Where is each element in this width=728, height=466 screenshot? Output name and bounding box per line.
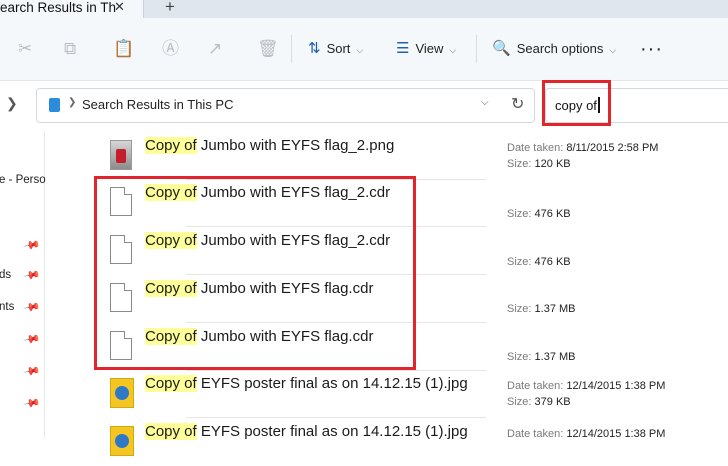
date-taken: Date taken: 8/11/2015 2:58 PM [507,142,659,154]
close-tab-icon[interactable]: ✕ [114,0,125,15]
sort-button[interactable]: ⇅ Sort ⌵ [308,40,363,59]
chevron-right-icon[interactable]: ❯ [68,97,76,108]
date-taken: Date taken: 12/14/2015 1:38 PM [507,428,666,440]
search-highlight-annotation [542,80,611,126]
pin-icon: 📌 [22,299,41,317]
tab-title: earch Results in Th [0,0,117,15]
navigation-pane: e - Perso 📌 ds 📌 nts 📌 📌 📌 📌 [0,131,46,438]
up-arrow-icon[interactable]: ❯ [6,95,18,112]
address-path: Search Results in This PC [82,97,234,112]
pin-icon: 📌 [22,237,41,255]
file-size: Size: 1.37 MB [507,351,576,363]
pin-icon: 📌 [22,267,41,285]
row-divider [186,370,486,371]
toolbar-divider [291,35,292,63]
refresh-icon[interactable]: ↻ [511,94,524,114]
list-item[interactable]: Copy of EYFS poster final as on 14.12.15… [76,420,728,466]
share-icon[interactable]: ↗ [208,40,222,58]
view-button[interactable]: ☰ View ⌵ [396,40,456,59]
file-name: Copy of Jumbo with EYFS flag_2.png [145,137,395,154]
row-divider [186,417,486,418]
date-taken: Date taken: 12/14/2015 1:38 PM [507,380,666,392]
png-image-icon [110,140,132,170]
file-size: Size: 120 KB [507,158,571,170]
pin-icon: 📌 [22,363,41,381]
chevron-down-icon: ⌵ [356,45,364,55]
file-size: Size: 476 KB [507,208,571,220]
pin-icon: 📌 [22,395,41,413]
search-icon: 🔍 [492,40,511,57]
copy-icon[interactable]: ⧉ [64,40,76,58]
rename-icon[interactable]: Ⓐ [162,40,179,58]
file-size: Size: 476 KB [507,256,571,268]
cut-icon[interactable]: ✂ [18,40,32,58]
view-icon: ☰ [396,40,410,57]
nav-item-personal[interactable]: e - Perso [0,174,46,186]
new-tab-button[interactable]: + [165,0,175,17]
sort-icon: ⇅ [308,40,321,57]
view-label: View [415,41,444,56]
results-highlight-annotation [94,176,416,370]
toolbar-divider [476,35,477,63]
this-pc-icon [49,98,60,112]
address-dropdown-icon[interactable]: ⌵ [481,97,489,108]
list-item[interactable]: Copy of Jumbo with EYFS flag_2.png Date … [76,134,728,180]
file-name: Copy of EYFS poster final as on 14.12.15… [145,375,468,392]
list-item[interactable]: Copy of EYFS poster final as on 14.12.15… [76,372,728,418]
search-options-label: Search options [516,41,604,56]
tab-strip: earch Results in Th ✕ + [0,0,728,18]
jpg-image-icon [110,426,134,456]
delete-icon[interactable]: 🗑 [257,40,279,58]
nav-item-documents[interactable]: nts [0,301,14,313]
file-size: Size: 379 KB [507,396,571,408]
address-bar[interactable]: ❯ Search Results in This PC ⌵ ↻ [36,88,535,123]
chevron-down-icon: ⌵ [449,45,457,55]
command-bar: ✂ ⧉ 📋 Ⓐ ↗ 🗑 ⇅ Sort ⌵ ☰ View ⌵ 🔍 Search option… [0,18,728,81]
file-name: Copy of EYFS poster final as on 14.12.15… [145,423,468,440]
sort-label: Sort [326,41,351,56]
paste-icon[interactable]: 📋 [113,40,134,58]
tab-search-results[interactable]: earch Results in Th ✕ [0,0,144,18]
address-row: ❯ ❯ Search Results in This PC ⌵ ↻ copy o… [0,81,728,131]
pin-icon: 📌 [22,331,41,349]
chevron-down-icon: ⌵ [609,45,617,55]
jpg-image-icon [110,378,134,408]
more-options-button[interactable]: ··· [640,38,663,61]
nav-item-downloads[interactable]: ds [0,269,11,281]
file-size: Size: 1.37 MB [507,303,576,315]
search-options-button[interactable]: 🔍 Search options ⌵ [492,40,616,59]
